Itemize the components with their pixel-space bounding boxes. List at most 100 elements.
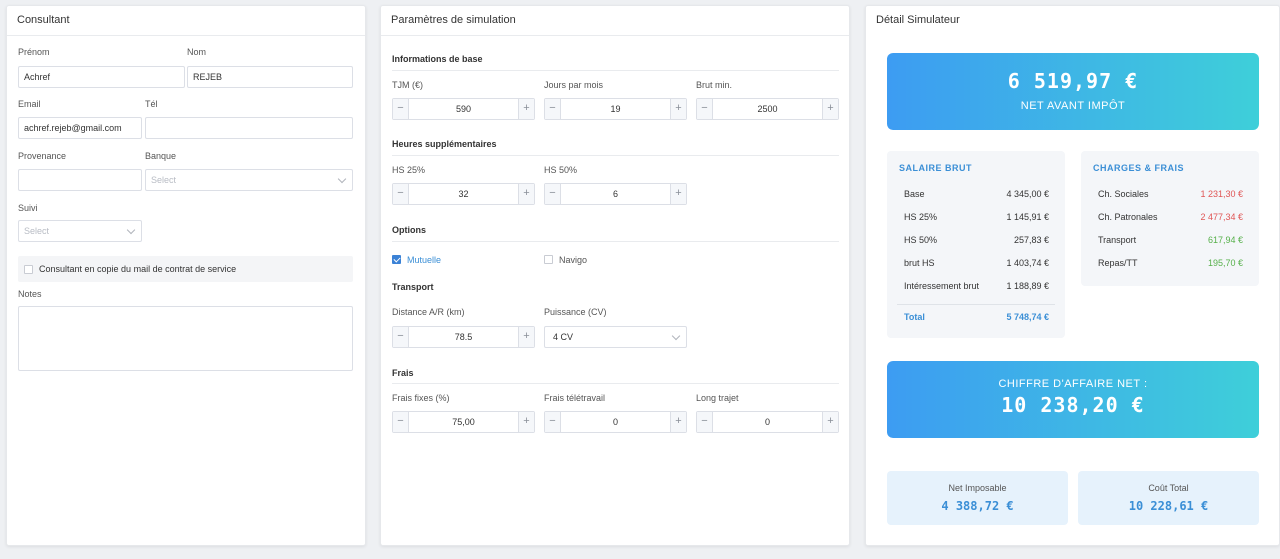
options-section-title: Options xyxy=(392,225,426,235)
salaire-row-value: 4 345,00 € xyxy=(1006,189,1049,199)
charges-row-label: Transport xyxy=(1098,235,1137,245)
mutuelle-label[interactable]: Mutuelle xyxy=(407,255,441,265)
navigo-label[interactable]: Navigo xyxy=(559,255,587,265)
transport-section-title: Transport xyxy=(392,282,434,292)
charges-frais-card: CHARGES & FRAIS Ch. Sociales 1 231,30 € Ch… xyxy=(1081,151,1259,286)
frais-teletravail-increment-button[interactable]: + xyxy=(670,412,686,432)
jours-increment-button[interactable]: + xyxy=(670,99,686,119)
net-avant-impot-label: NET AVANT IMPÔT xyxy=(1020,100,1126,112)
puissance-select[interactable]: 4 CV xyxy=(544,326,687,348)
salaire-brut-card: SALAIRE BRUT Base 4 345,00 € HS 25% 1 145,9… xyxy=(887,151,1065,338)
hs50-value[interactable]: 6 xyxy=(561,184,670,204)
copy-mail-row[interactable]: Consultant en copie du mail de contrat d… xyxy=(18,256,353,282)
hs25-stepper[interactable]: − 32 + xyxy=(392,183,535,205)
chiffre-affaire-card: CHIFFRE D'AFFAIRE NET : 10 238,20 € xyxy=(887,361,1259,438)
suivi-select[interactable]: Select xyxy=(18,220,142,242)
puissance-label: Puissance (CV) xyxy=(544,307,607,317)
brut-min-increment-button[interactable]: + xyxy=(822,99,838,119)
distance-stepper[interactable]: − 78.5 + xyxy=(392,326,535,348)
brut-min-decrement-button[interactable]: − xyxy=(697,99,713,119)
banque-select[interactable]: Select xyxy=(145,169,353,191)
frais-fixes-stepper[interactable]: − 75,00 + xyxy=(392,411,535,433)
frais-teletravail-value[interactable]: 0 xyxy=(561,412,670,432)
charges-row-value: 2 477,34 € xyxy=(1200,212,1243,222)
frais-fixes-increment-button[interactable]: + xyxy=(518,412,534,432)
suivi-placeholder: Select xyxy=(24,226,50,236)
provenance-label: Provenance xyxy=(18,151,67,161)
nom-input[interactable]: REJEB xyxy=(187,66,353,88)
simulation-panel: Paramètres de simulation Informations de… xyxy=(380,5,850,546)
jours-stepper[interactable]: − 19 + xyxy=(544,98,687,120)
chiffre-affaire-label: CHIFFRE D'AFFAIRE NET : xyxy=(998,378,1148,390)
frais-teletravail-label: Frais télétravail xyxy=(544,393,606,403)
long-trajet-stepper[interactable]: − 0 + xyxy=(696,411,839,433)
cout-total-card: Coût Total 10 228,61 € xyxy=(1078,471,1259,525)
mutuelle-checkbox[interactable] xyxy=(392,255,401,264)
long-trajet-increment-button[interactable]: + xyxy=(822,412,838,432)
distance-value[interactable]: 78.5 xyxy=(409,327,518,347)
suivi-label: Suivi xyxy=(18,203,38,213)
distance-label: Distance A/R (km) xyxy=(392,307,465,317)
brut-min-stepper[interactable]: − 2500 + xyxy=(696,98,839,120)
charges-row-value: 195,70 € xyxy=(1207,258,1243,268)
net-imposable-label: Net Imposable xyxy=(948,483,1007,493)
salaire-brut-title: SALAIRE BRUT xyxy=(899,163,972,173)
long-trajet-decrement-button[interactable]: − xyxy=(697,412,713,432)
brut-min-label: Brut min. xyxy=(696,80,733,90)
jours-value[interactable]: 19 xyxy=(561,99,670,119)
net-imposable-card: Net Imposable 4 388,72 € xyxy=(887,471,1068,525)
divider xyxy=(392,383,839,384)
tel-input[interactable] xyxy=(145,117,353,139)
base-section-title: Informations de base xyxy=(392,54,483,64)
banque-placeholder: Select xyxy=(151,175,177,185)
distance-increment-button[interactable]: + xyxy=(518,327,534,347)
salaire-row-value: 1 188,89 € xyxy=(1006,281,1049,291)
long-trajet-value[interactable]: 0 xyxy=(713,412,822,432)
hs25-decrement-button[interactable]: − xyxy=(393,184,409,204)
frais-teletravail-decrement-button[interactable]: − xyxy=(545,412,561,432)
hs50-label: HS 50% xyxy=(544,165,578,175)
total-label: Total xyxy=(904,312,925,322)
charges-row-label: Ch. Sociales xyxy=(1098,189,1149,199)
provenance-input[interactable] xyxy=(18,169,142,191)
frais-fixes-decrement-button[interactable]: − xyxy=(393,412,409,432)
hs50-stepper[interactable]: − 6 + xyxy=(544,183,687,205)
brut-min-value[interactable]: 2500 xyxy=(713,99,822,119)
simulation-panel-title: Paramètres de simulation xyxy=(381,6,849,36)
salaire-row-value: 257,83 € xyxy=(1013,235,1049,245)
salaire-row-label: brut HS xyxy=(904,258,935,268)
tjm-stepper[interactable]: − 590 + xyxy=(392,98,535,120)
salaire-row-value: 1 403,74 € xyxy=(1006,258,1049,268)
tjm-value[interactable]: 590 xyxy=(409,99,518,119)
jours-decrement-button[interactable]: − xyxy=(545,99,561,119)
frais-teletravail-stepper[interactable]: − 0 + xyxy=(544,411,687,433)
hs25-increment-button[interactable]: + xyxy=(518,184,534,204)
consultant-panel: Consultant Prénom Achref Nom REJEB Email… xyxy=(6,5,366,546)
charges-frais-title: CHARGES & FRAIS xyxy=(1093,163,1185,173)
salaire-row-label: Intéressement brut xyxy=(904,281,980,291)
total-value: 5 748,74 € xyxy=(1006,312,1049,322)
cout-total-value: 10 228,61 € xyxy=(1128,499,1209,513)
tjm-increment-button[interactable]: + xyxy=(518,99,534,119)
notes-textarea[interactable] xyxy=(18,306,353,371)
charges-row-value: 1 231,30 € xyxy=(1200,189,1243,199)
net-avant-impot-card: 6 519,97 € NET AVANT IMPÔT xyxy=(887,53,1259,130)
charges-row-value: 617,94 € xyxy=(1207,235,1243,245)
copy-mail-label: Consultant en copie du mail de contrat d… xyxy=(39,264,237,274)
divider xyxy=(392,241,839,242)
distance-decrement-button[interactable]: − xyxy=(393,327,409,347)
nom-label: Nom xyxy=(187,47,207,57)
copy-mail-checkbox[interactable] xyxy=(24,265,33,274)
hs50-decrement-button[interactable]: − xyxy=(545,184,561,204)
hs50-increment-button[interactable]: + xyxy=(670,184,686,204)
email-input[interactable]: achref.rejeb@gmail.com xyxy=(18,117,142,139)
divider xyxy=(392,155,839,156)
hs25-label: HS 25% xyxy=(392,165,426,175)
navigo-checkbox[interactable] xyxy=(544,255,553,264)
tel-label: Tél xyxy=(145,99,158,109)
hs25-value[interactable]: 32 xyxy=(409,184,518,204)
prenom-input[interactable]: Achref xyxy=(18,66,185,88)
tjm-decrement-button[interactable]: − xyxy=(393,99,409,119)
frais-fixes-label: Frais fixes (%) xyxy=(392,393,450,403)
frais-fixes-value[interactable]: 75,00 xyxy=(409,412,518,432)
